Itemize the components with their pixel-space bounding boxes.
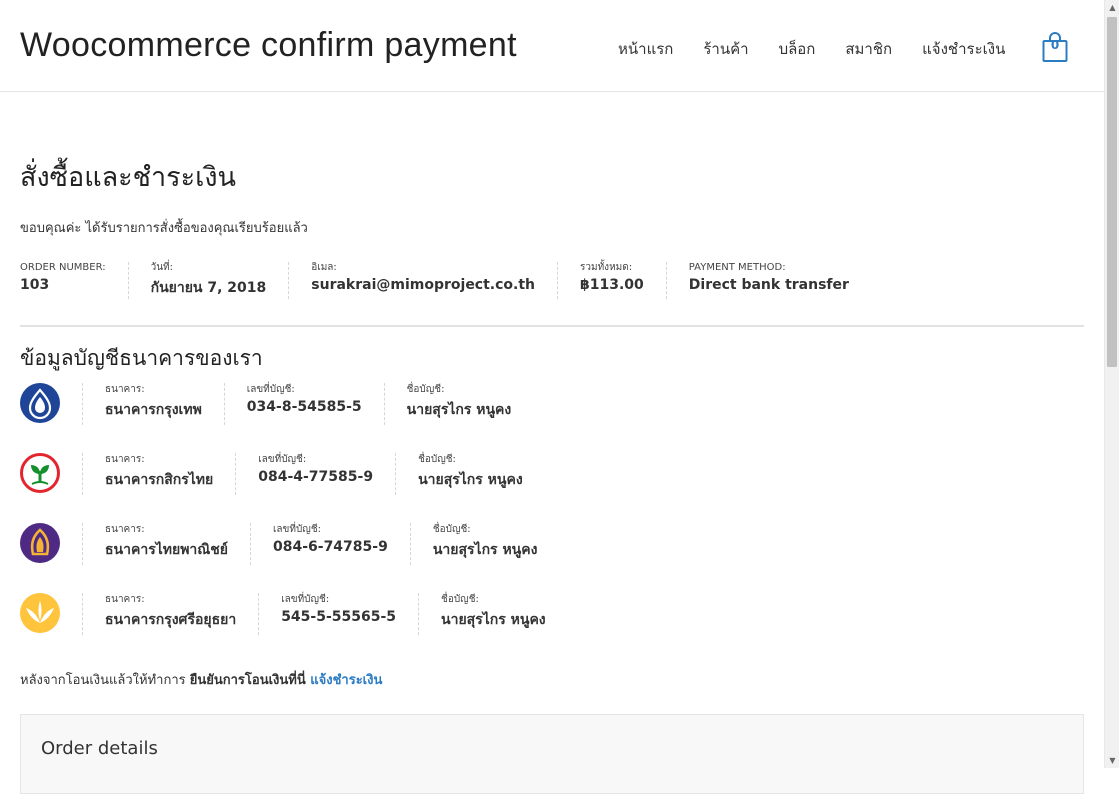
bank-account-row: ธนาคาร: ธนาคารกรุงศรีอยุธยา เลขที่บัญชี:…	[20, 593, 568, 635]
account-number-label: เลขที่บัญชี:	[281, 594, 330, 605]
account-name-field: ชื่อบัญชี: นายสุรไกร หนูคง	[395, 453, 545, 495]
bank-name-value: ธนาคารไทยพาณิชย์	[105, 542, 228, 558]
payment-method-value: Direct bank transfer	[688, 277, 849, 293]
vertical-scrollbar[interactable]: ▲ ▼	[1104, 0, 1119, 768]
site-header: Woocommerce confirm payment หน้าแรก ร้าน…	[0, 0, 1104, 92]
bank-name-value: ธนาคารกรุงเทพ	[105, 402, 202, 418]
nav-item-shop[interactable]: ร้านค้า	[703, 37, 748, 61]
after-transfer-text: หลังจากโอนเงินแล้วให้ทำการ	[20, 673, 190, 688]
nav-item-home[interactable]: หน้าแรก	[618, 37, 673, 61]
account-number-value: 034-8-54585-5	[246, 399, 362, 415]
order-details-heading: Order details	[41, 738, 158, 759]
order-number-value: 103	[20, 277, 50, 293]
krungsri-bank-logo-icon	[20, 593, 60, 633]
site-title[interactable]: Woocommerce confirm payment	[20, 26, 517, 65]
bank-details-heading: ข้อมูลบัญชีธนาคารของเรา	[20, 346, 263, 370]
account-name-value: นายสุรไกร หนูคง	[441, 612, 546, 628]
bank-name-label: ธนาคาร:	[105, 594, 145, 605]
cart-count: 0	[1050, 38, 1060, 52]
account-name-field: ชื่อบัญชี: นายสุรไกร หนูคง	[409, 523, 560, 565]
bank-name-field: ธนาคาร: ธนาคารกรุงเทพ	[82, 383, 224, 425]
order-email-label: อิเมล:	[311, 262, 337, 273]
page-title: สั่งซื้อและชำระเงิน	[20, 162, 237, 193]
account-number-field: เลขที่บัญชี: 034-8-54585-5	[223, 383, 384, 425]
order-total-label: รวมทั้งหมด:	[580, 262, 633, 273]
order-date: วันที่: กันยายน 7, 2018	[127, 262, 289, 299]
cart-button[interactable]: 0	[1042, 32, 1068, 62]
bank-name-field: ธนาคาร: ธนาคารไทยพาณิชย์	[82, 523, 250, 565]
account-name-field: ชื่อบัญชี: นายสุรไกร หนูคง	[383, 383, 534, 425]
account-name-label: ชื่อบัญชี:	[406, 384, 445, 395]
account-name-label: ชื่อบัญชี:	[432, 524, 471, 535]
account-number-label: เลขที่บัญชี:	[258, 454, 307, 465]
order-date-value: กันยายน 7, 2018	[150, 280, 267, 296]
bank-name-label: ธนาคาร:	[105, 524, 145, 535]
thank-you-message: ขอบคุณค่ะ ได้รับรายการสั่งซื้อของคุณเรีย…	[20, 221, 308, 236]
order-details-section: Order details	[20, 714, 1084, 794]
nav-item-blog[interactable]: บล็อก	[779, 37, 816, 61]
bank-account-row: ธนาคาร: ธนาคารกสิกรไทย เลขที่บัญชี: 084-…	[20, 453, 545, 495]
bank-name-value: ธนาคารกรุงศรีอยุธยา	[105, 612, 237, 628]
scroll-down-arrow-icon[interactable]: ▼	[1105, 753, 1119, 768]
bank-name-label: ธนาคาร:	[105, 454, 145, 465]
after-transfer-instructions: หลังจากโอนเงินแล้วให้ทำการ ยืนยันการโอนเ…	[20, 669, 382, 690]
nav-item-member[interactable]: สมาชิก	[845, 37, 892, 61]
account-number-value: 084-4-77585-9	[258, 469, 374, 485]
main-nav: หน้าแรก ร้านค้า บล็อก สมาชิก แจ้งชำระเงิ…	[618, 37, 1035, 61]
account-number-label: เลขที่บัญชี:	[246, 384, 295, 395]
payment-notify-link[interactable]: แจ้งชำระเงิน	[310, 673, 382, 688]
bank-name-value: ธนาคารกสิกรไทย	[105, 472, 214, 488]
scroll-thumb[interactable]	[1107, 17, 1117, 367]
account-number-field: เลขที่บัญชี: 545-5-55565-5	[258, 593, 418, 635]
order-number-label: ORDER NUMBER:	[20, 262, 106, 273]
account-number-value: 084-6-74785-9	[272, 539, 388, 555]
account-name-label: ชื่อบัญชี:	[441, 594, 479, 605]
order-email-value: surakrai@mimoproject.co.th	[311, 277, 536, 293]
account-number-field: เลขที่บัญชี: 084-6-74785-9	[249, 523, 410, 565]
bank-account-row: ธนาคาร: ธนาคารกรุงเทพ เลขที่บัญชี: 034-8…	[20, 383, 533, 425]
account-name-value: นายสุรไกร หนูคง	[418, 472, 523, 488]
scb-bank-logo-icon	[20, 523, 60, 563]
bank-name-label: ธนาคาร:	[105, 384, 145, 395]
after-transfer-bold: ยืนยันการโอนเงินที่นี่	[189, 673, 311, 688]
payment-method: PAYMENT METHOD: Direct bank transfer	[665, 262, 871, 299]
bank-name-field: ธนาคาร: ธนาคารกรุงศรีอยุธยา	[82, 593, 258, 635]
order-overview: ORDER NUMBER: 103 วันที่: กันยายน 7, 201…	[20, 262, 871, 299]
account-name-field: ชื่อบัญชี: นายสุรไกร หนูคง	[418, 593, 568, 635]
kasikorn-bank-logo-icon	[20, 453, 60, 493]
order-number: ORDER NUMBER: 103	[20, 262, 128, 299]
account-number-field: เลขที่บัญชี: 084-4-77585-9	[235, 453, 395, 495]
account-number-label: เลขที่บัญชี:	[272, 524, 321, 535]
account-number-value: 545-5-55565-5	[281, 609, 397, 625]
account-name-label: ชื่อบัญชี:	[418, 454, 456, 465]
section-divider	[20, 325, 1084, 327]
order-total-value: ฿113.00	[580, 277, 644, 293]
bangkok-bank-logo-icon	[20, 383, 60, 423]
account-name-value: นายสุรไกร หนูคง	[406, 402, 512, 418]
account-name-value: นายสุรไกร หนูคง	[432, 542, 538, 558]
nav-item-payment-notify[interactable]: แจ้งชำระเงิน	[922, 37, 1005, 61]
bank-account-row: ธนาคาร: ธนาคารไทยพาณิชย์ เลขที่บัญชี: 08…	[20, 523, 559, 565]
order-date-label: วันที่:	[150, 262, 174, 273]
scroll-up-arrow-icon[interactable]: ▲	[1105, 0, 1119, 15]
order-email: อิเมล: surakrai@mimoproject.co.th	[288, 262, 557, 299]
payment-method-label: PAYMENT METHOD:	[688, 262, 786, 273]
order-total: รวมทั้งหมด: ฿113.00	[557, 262, 666, 299]
bank-name-field: ธนาคาร: ธนาคารกสิกรไทย	[82, 453, 235, 495]
